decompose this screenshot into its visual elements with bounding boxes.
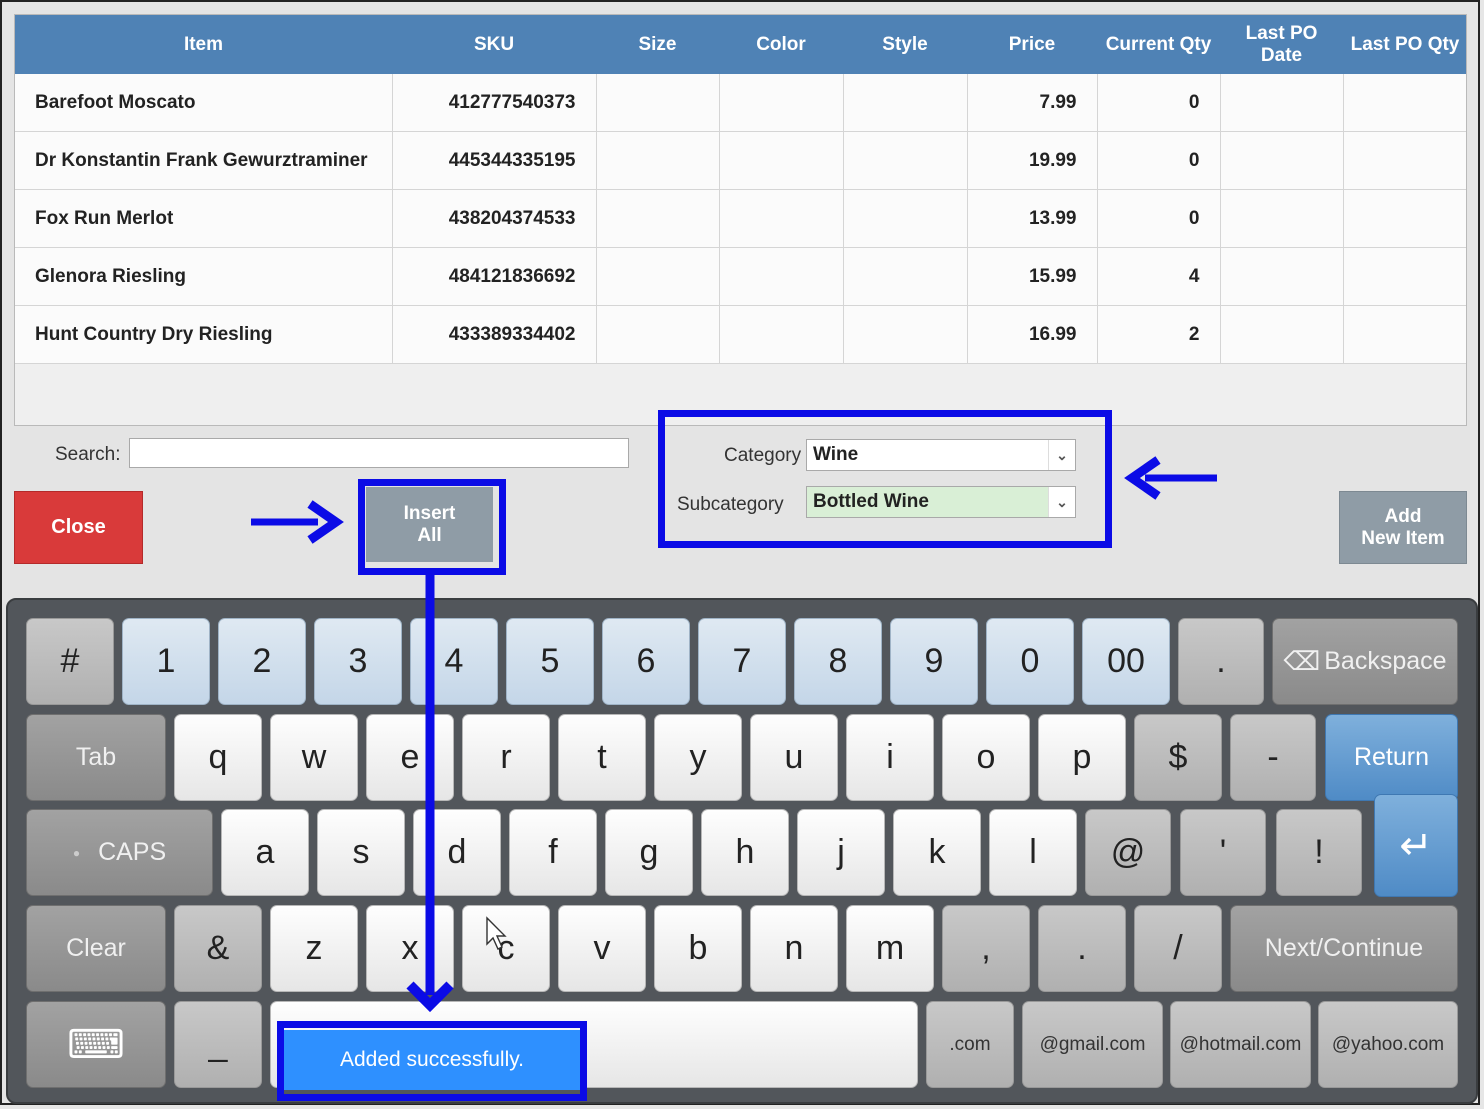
mouse-cursor-icon	[486, 916, 507, 950]
annotation-arrows	[251, 456, 1217, 1013]
